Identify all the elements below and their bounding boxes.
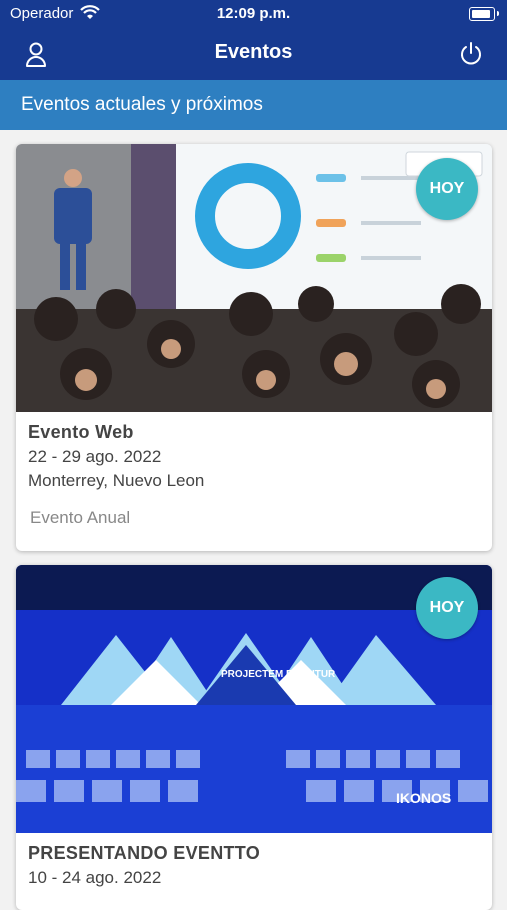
event-name: PRESENTANDO EVENTTO — [28, 843, 261, 863]
today-badge: HOY — [416, 577, 478, 639]
event-dates: 10 - 24 ago. 2022 — [28, 868, 162, 887]
section-title: Eventos actuales y próximos — [21, 94, 263, 115]
stage-logo: IKONOS — [396, 790, 451, 806]
event-name: Evento Web — [28, 422, 134, 442]
event-type: Evento Anual — [30, 508, 131, 527]
today-badge: HOY — [416, 158, 478, 220]
event-info: PRESENTANDO EVENTTO 10 - 24 ago. 2022 — [28, 843, 260, 892]
power-logout-icon[interactable] — [457, 40, 485, 68]
status-bar: Operador 12:09 p.m. — [0, 0, 507, 28]
nav-bar: Eventos — [0, 28, 507, 80]
event-dates: 22 - 29 ago. 2022 — [28, 447, 162, 466]
page-title: Eventos — [214, 41, 293, 63]
section-header: Eventos actuales y próximos — [0, 80, 507, 130]
clock: 12:09 p.m. — [216, 5, 291, 22]
event-location: Monterrey, Nuevo Leon — [28, 471, 205, 490]
stage-text: PROJECTEM EL FUTUR — [221, 669, 336, 680]
event-card[interactable]: PROJECTEM EL FUTUR IKONOS HOY PRESENTAND… — [16, 565, 492, 910]
event-card[interactable]: HOY Evento Web 22 - 29 ago. 2022 Monterr… — [16, 144, 492, 551]
battery-icon — [469, 7, 495, 21]
event-info: Evento Web 22 - 29 ago. 2022 Monterrey, … — [28, 422, 204, 528]
